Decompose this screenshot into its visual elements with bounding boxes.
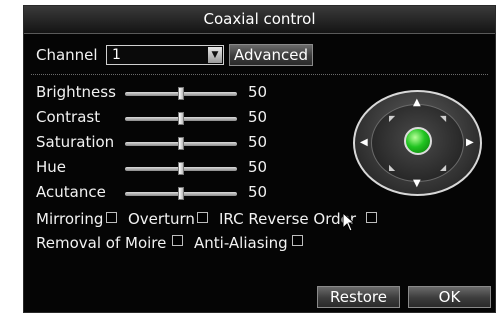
overturn-checkbox[interactable] [197,212,208,223]
left-arrow-icon[interactable]: ◀ [360,138,368,148]
acutance-slider[interactable] [125,187,237,200]
contrast-slider[interactable] [125,112,237,125]
irc-reverse-order-label: IRC Reverse Order [219,210,357,228]
mouse-cursor-icon [342,212,355,232]
acutance-value: 50 [248,183,268,201]
ok-button[interactable]: OK [408,286,491,308]
up-arrow-icon[interactable]: ▲ [413,98,421,108]
hue-slider[interactable] [125,162,237,175]
ptz-direction-pad: ▲ ▼ ◀ ▶ ◤ ◥ ◣ ◢ [353,90,482,196]
brightness-value: 50 [248,83,268,101]
down-left-arrow-icon[interactable]: ◣ [389,163,395,173]
acutance-label: Acutance [36,183,106,201]
contrast-slider-thumb[interactable] [178,112,184,125]
channel-value: 1 [112,47,121,63]
hue-value: 50 [248,158,268,176]
divider [31,74,488,75]
center-button-icon[interactable] [404,127,432,155]
removal-of-moire-checkbox[interactable] [172,235,183,246]
mirroring-checkbox[interactable] [106,212,117,223]
saturation-slider-thumb[interactable] [178,137,184,150]
dialog-title: Coaxial control [24,6,495,34]
up-left-arrow-icon[interactable]: ◤ [389,114,395,124]
brightness-slider-thumb[interactable] [178,87,184,100]
right-arrow-icon[interactable]: ▶ [466,138,474,148]
irc-reverse-order-checkbox[interactable] [366,212,377,223]
advanced-button[interactable]: Advanced [229,44,313,66]
anti-aliasing-checkbox[interactable] [292,235,303,246]
acutance-slider-thumb[interactable] [178,187,184,200]
coaxial-control-dialog: Coaxial control Channel 1 ▼ Advanced Bri… [23,5,496,313]
saturation-value: 50 [248,133,268,151]
saturation-slider[interactable] [125,137,237,150]
channel-select[interactable]: 1 ▼ [106,45,224,65]
up-right-arrow-icon[interactable]: ◥ [440,114,446,124]
hue-label: Hue [36,158,67,176]
overturn-label: Overturn [128,210,195,228]
contrast-label: Contrast [36,108,101,126]
anti-aliasing-label: Anti-Aliasing [194,234,288,252]
contrast-value: 50 [248,108,268,126]
removal-of-moire-label: Removal of Moire [36,234,167,252]
mirroring-label: Mirroring [36,210,104,228]
chevron-down-icon[interactable]: ▼ [208,47,222,63]
saturation-label: Saturation [36,133,115,151]
hue-slider-thumb[interactable] [178,162,184,175]
down-right-arrow-icon[interactable]: ◢ [440,163,446,173]
brightness-label: Brightness [36,83,116,101]
channel-label: Channel [36,46,98,64]
down-arrow-icon[interactable]: ▼ [413,179,421,189]
restore-button[interactable]: Restore [317,286,400,308]
brightness-slider[interactable] [125,87,237,100]
